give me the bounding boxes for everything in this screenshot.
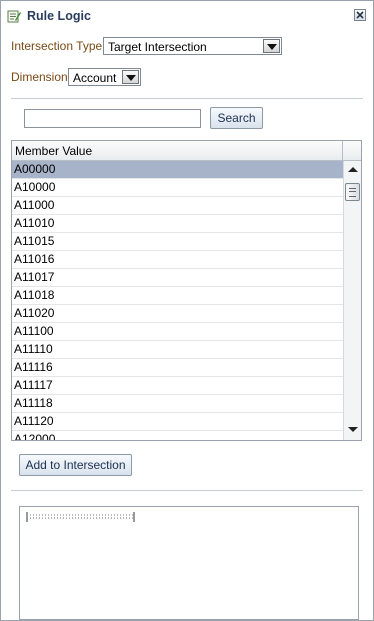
column-header-member-value[interactable]: Member Value <box>15 144 92 158</box>
member-value-table: Member Value A00000 A10000 A11000 A11010 A11… <box>11 140 362 441</box>
table-row[interactable]: A11117 <box>12 377 343 395</box>
table-row[interactable]: A11018 <box>12 287 343 305</box>
header-divider <box>342 141 343 160</box>
divider <box>11 490 363 491</box>
table-row[interactable]: A11020 <box>12 305 343 323</box>
table-header: Member Value <box>12 141 361 161</box>
scroll-thumb[interactable] <box>345 183 360 201</box>
table-row[interactable]: A11120 <box>12 413 343 431</box>
window-title: Rule Logic <box>27 9 91 23</box>
intersection-type-value: Target Intersection <box>108 40 207 54</box>
intersection-text-area[interactable] <box>19 506 359 620</box>
table-row[interactable]: A11100 <box>12 323 343 341</box>
table-row[interactable]: A11017 <box>12 269 343 287</box>
chevron-down-icon[interactable] <box>263 39 280 53</box>
table-row[interactable]: A11000 <box>12 197 343 215</box>
table-row[interactable]: A11110 <box>12 341 343 359</box>
dimension-select[interactable]: Account <box>68 68 141 86</box>
table-rows: A00000 A10000 A11000 A11010 A11015 A11016 A110… <box>12 161 343 440</box>
search-button[interactable]: Search <box>210 107 263 129</box>
add-to-intersection-button[interactable]: Add to Intersection <box>19 454 132 476</box>
scroll-down-arrow-icon[interactable] <box>348 427 358 432</box>
text-cursor-icon <box>26 512 135 522</box>
table-row[interactable]: A00000 <box>12 161 343 179</box>
chevron-down-icon[interactable] <box>122 70 139 84</box>
table-row[interactable]: A11118 <box>12 395 343 413</box>
intersection-type-label: Intersection Type <box>11 39 103 53</box>
table-row[interactable]: A11116 <box>12 359 343 377</box>
scroll-up-arrow-icon[interactable] <box>348 167 358 172</box>
rule-logic-icon <box>7 9 21 23</box>
table-row[interactable]: A11016 <box>12 251 343 269</box>
table-row[interactable]: A11015 <box>12 233 343 251</box>
table-row[interactable]: A12000 <box>12 431 343 440</box>
title-bar: Rule Logic <box>1 1 373 31</box>
rule-logic-panel: Rule Logic Intersection Type Target Inte… <box>0 0 374 621</box>
dimension-value: Account <box>73 71 117 85</box>
table-row[interactable]: A11010 <box>12 215 343 233</box>
dimension-label: Dimension <box>11 70 68 84</box>
table-row[interactable]: A10000 <box>12 179 343 197</box>
divider <box>11 98 363 99</box>
search-input[interactable] <box>24 109 201 128</box>
vertical-scrollbar[interactable] <box>343 161 361 440</box>
intersection-type-select[interactable]: Target Intersection <box>103 37 282 55</box>
close-icon[interactable] <box>354 9 366 21</box>
